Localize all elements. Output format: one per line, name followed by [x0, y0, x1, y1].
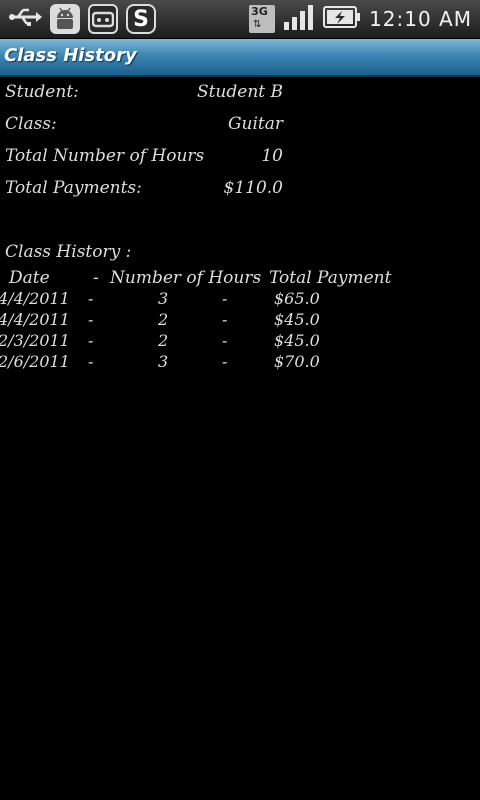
table-row: 2/3/2011 - 2 - $45.0: [0, 331, 480, 352]
row-separator: -: [88, 310, 94, 329]
student-label: Student:: [5, 82, 79, 102]
android-debug-icon: [50, 4, 80, 34]
student-value: Student B: [196, 82, 283, 102]
header-hours: Number of Hours: [110, 268, 262, 288]
history-header-row: Date - Number of Hours - Total Payment: [0, 268, 480, 289]
header-separator: -: [93, 268, 99, 288]
row-separator: -: [222, 310, 228, 329]
battery-charging-icon: [323, 5, 361, 33]
row-payment: $45.0: [274, 310, 320, 329]
row-payment: $70.0: [274, 352, 320, 371]
header-payment: Total Payment: [269, 268, 392, 288]
robot-face-icon: [88, 4, 118, 34]
skype-icon: S: [126, 4, 156, 34]
page-title: Class History: [4, 45, 137, 66]
row-separator: -: [88, 352, 94, 371]
table-row: 2/6/2011 - 3 - $70.0: [0, 352, 480, 373]
student-row: Student: Student B: [5, 82, 283, 106]
network-3g-icon: 3G ⇅: [249, 5, 276, 33]
total-payments-value: $110.0: [223, 178, 283, 198]
row-separator: -: [88, 289, 94, 308]
history-table: Date - Number of Hours - Total Payment 4…: [0, 268, 480, 373]
total-payments-label: Total Payments:: [5, 178, 142, 198]
row-hours: 2: [158, 331, 169, 350]
class-row: Class: Guitar: [5, 114, 283, 138]
row-payment: $45.0: [274, 331, 320, 350]
row-separator: -: [222, 289, 228, 308]
history-title: Class History :: [5, 242, 132, 262]
row-hours: 2: [158, 310, 169, 329]
class-label: Class:: [5, 114, 57, 134]
row-separator: -: [222, 331, 228, 350]
total-payments-row: Total Payments: $110.0: [5, 178, 283, 202]
clock: 12:10 AM: [369, 7, 472, 31]
class-value: Guitar: [227, 114, 283, 134]
row-separator: -: [222, 352, 228, 371]
row-payment: $65.0: [274, 289, 320, 308]
row-date: 2/3/2011: [0, 331, 70, 350]
row-hours: 3: [158, 289, 169, 308]
row-hours: 3: [158, 352, 169, 371]
row-separator: -: [88, 331, 94, 350]
total-hours-label: Total Number of Hours: [5, 146, 205, 166]
title-bar: Class History: [0, 39, 480, 77]
network-type-label: 3G: [251, 5, 268, 18]
row-date: 4/4/2011: [0, 289, 70, 308]
table-row: 4/4/2011 - 2 - $45.0: [0, 310, 480, 331]
signal-icon: [283, 4, 315, 34]
header-date: Date: [9, 268, 50, 288]
total-hours-row: Total Number of Hours 10: [5, 146, 283, 170]
row-date: 4/4/2011: [0, 310, 70, 329]
usb-icon: [8, 5, 42, 33]
status-bar: S 3G ⇅ 12:10 AM: [0, 0, 480, 39]
header-separator: -: [254, 268, 260, 288]
total-hours-value: 10: [261, 146, 283, 166]
table-row: 4/4/2011 - 3 - $65.0: [0, 289, 480, 310]
row-date: 2/6/2011: [0, 352, 70, 371]
